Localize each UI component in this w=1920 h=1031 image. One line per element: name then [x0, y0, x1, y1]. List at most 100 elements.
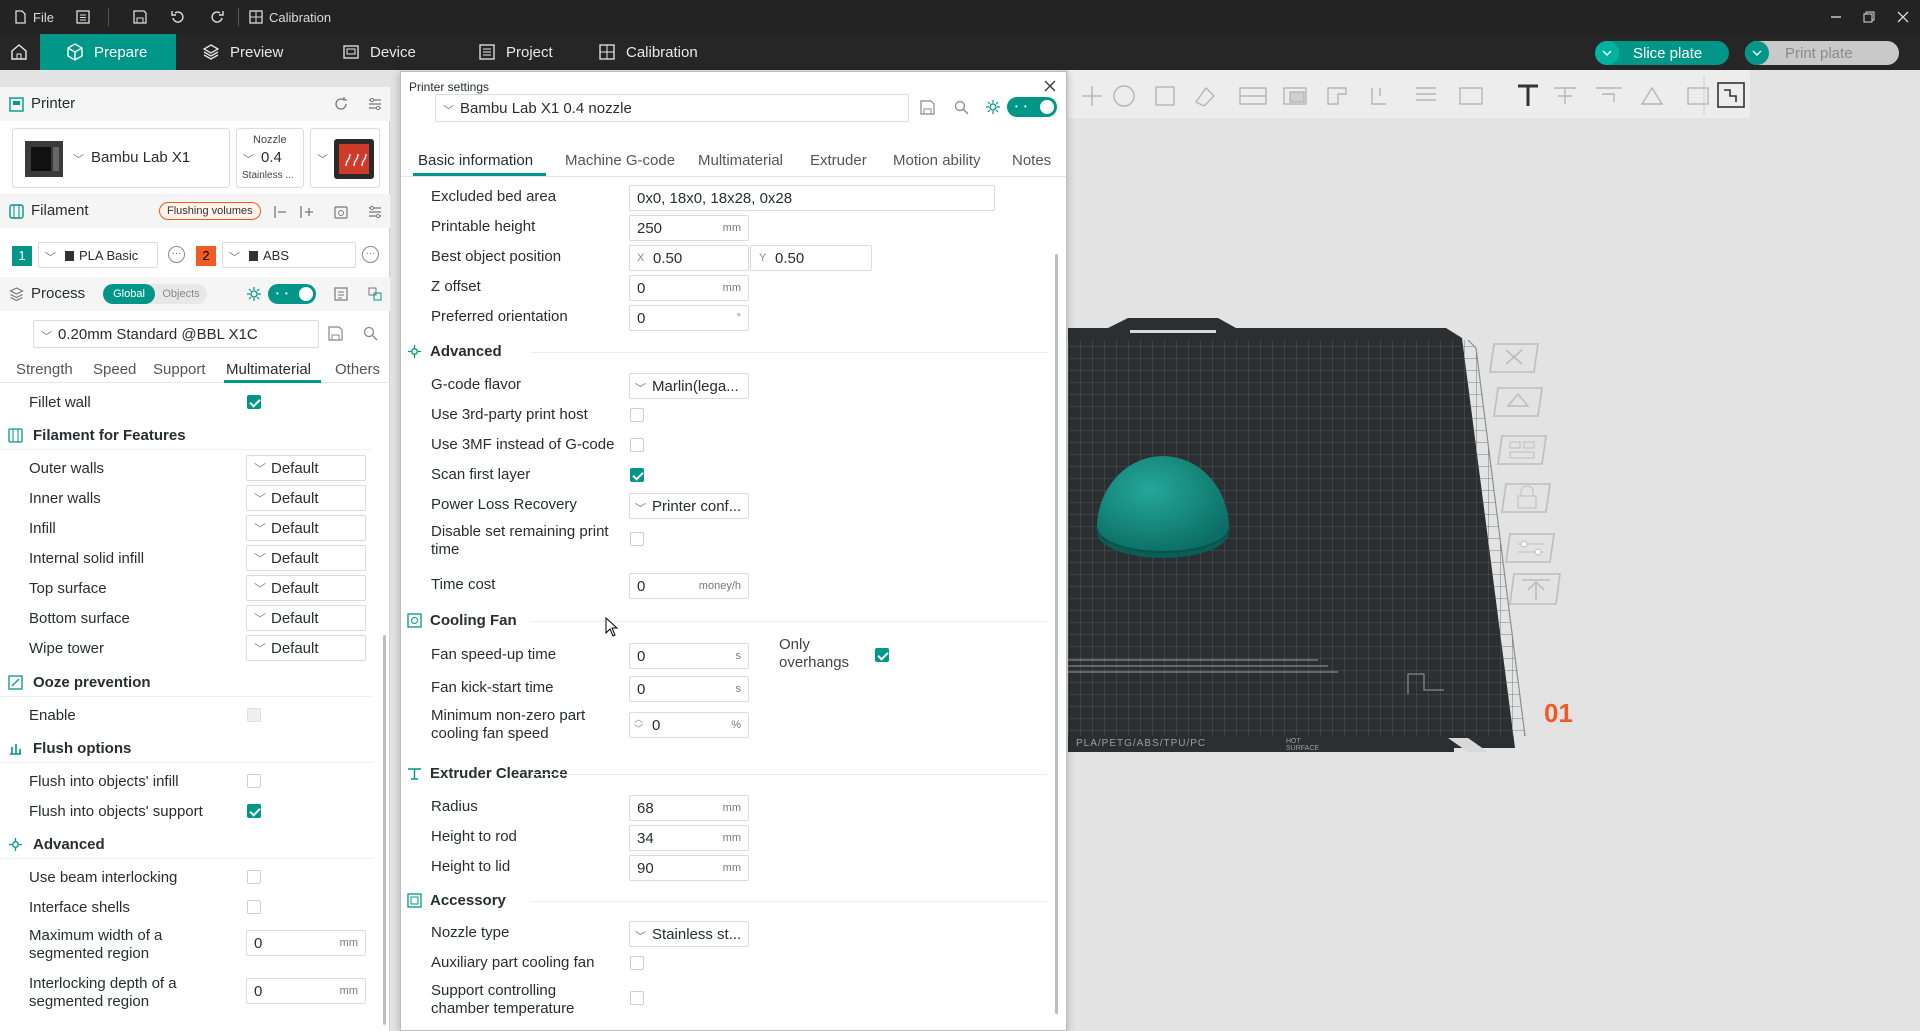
- max-width-input[interactable]: 0 mm: [246, 930, 366, 956]
- tab-extruder[interactable]: Extruder: [810, 152, 867, 169]
- scale-icon[interactable]: [1148, 78, 1182, 112]
- clearance-radius-input[interactable]: 68 mm: [629, 795, 749, 821]
- save-preset-icon[interactable]: [920, 100, 935, 115]
- disable-remaining-time-checkbox[interactable]: [630, 532, 644, 546]
- global-objects-toggle[interactable]: Global Objects: [103, 284, 207, 304]
- advanced-toggle[interactable]: • •: [268, 284, 316, 304]
- gcode-flavor-select[interactable]: ﹀ Marlin(lega...: [629, 373, 749, 399]
- best-position-x-input[interactable]: X 0.50: [629, 245, 749, 271]
- ooze-enable-checkbox[interactable]: [247, 708, 261, 722]
- outer-walls-select[interactable]: ﹀ Default: [246, 455, 366, 481]
- advanced-toggle[interactable]: • •: [1007, 97, 1057, 117]
- redo-button[interactable]: [209, 0, 224, 34]
- height-to-rod-input[interactable]: 34 mm: [629, 825, 749, 851]
- global-option[interactable]: Global: [103, 284, 155, 304]
- tab-motion-ability[interactable]: Motion ability: [893, 152, 981, 169]
- spin-arrows-icon[interactable]: ︿ ﹀: [634, 714, 643, 734]
- tab-notes[interactable]: Notes: [1012, 152, 1051, 169]
- file-menu[interactable]: File: [14, 0, 54, 34]
- best-position-y-input[interactable]: Y 0.50: [750, 245, 872, 271]
- 3d-viewport[interactable]: PLA/PETG/ABS/TPU/PC HOT SURFACE 01: [1068, 70, 1920, 1031]
- inner-walls-select[interactable]: ﹀ Default: [246, 485, 366, 511]
- internal-solid-infill-select[interactable]: ﹀ Default: [246, 545, 366, 571]
- chamber-temperature-checkbox[interactable]: [630, 991, 644, 1005]
- undo-button[interactable]: [171, 0, 186, 34]
- search-icon[interactable]: [363, 326, 378, 341]
- only-overhangs-checkbox[interactable]: [875, 648, 889, 662]
- settings-sliders-icon[interactable]: [367, 204, 383, 220]
- preferred-orientation-input[interactable]: 0 °: [629, 305, 749, 331]
- filament-select[interactable]: ﹀ PLA Basic: [38, 242, 158, 268]
- bottom-surface-select[interactable]: ﹀ Default: [246, 605, 366, 631]
- fan-speedup-input[interactable]: 0s: [629, 643, 749, 669]
- print-plate-button[interactable]: Print plate: [1745, 41, 1899, 65]
- tab-preview[interactable]: Preview: [180, 34, 310, 70]
- tab-multimaterial[interactable]: Multimaterial: [226, 361, 311, 378]
- copy-settings-icon[interactable]: [367, 286, 383, 302]
- slice-plate-button[interactable]: Slice plate: [1595, 41, 1729, 65]
- paint-icon[interactable]: [1188, 78, 1222, 112]
- tab-multimaterial[interactable]: Multimaterial: [698, 152, 783, 169]
- dome-model[interactable]: [1088, 450, 1238, 570]
- wipe-tower-select[interactable]: ﹀ Default: [246, 635, 366, 661]
- third-party-host-checkbox[interactable]: [630, 408, 644, 422]
- tab-machine-gcode[interactable]: Machine G-code: [565, 152, 675, 169]
- assembly-icon[interactable]: [1714, 78, 1748, 112]
- tab-support[interactable]: Support: [153, 361, 206, 378]
- settings-sliders-icon[interactable]: [367, 96, 383, 112]
- scan-first-layer-checkbox[interactable]: [630, 468, 644, 482]
- home-button[interactable]: [0, 34, 40, 70]
- bed-type-select[interactable]: ﹀: [310, 128, 380, 188]
- tab-basic-information[interactable]: Basic information: [418, 152, 533, 169]
- close-icon[interactable]: [1044, 80, 1056, 92]
- filament-sync-icon[interactable]: [333, 204, 349, 220]
- tab-others[interactable]: Others: [335, 361, 380, 378]
- chevron-down-icon[interactable]: [1745, 41, 1769, 65]
- z-offset-input[interactable]: 0 mm: [629, 275, 749, 301]
- move-icon[interactable]: [1072, 78, 1106, 112]
- nozzle-type-select[interactable]: ﹀ Stainless st...: [629, 921, 749, 947]
- filament-slot-1[interactable]: 1 ﹀ PLA Basic ···: [12, 242, 185, 268]
- close-window-button[interactable]: [1897, 0, 1909, 34]
- fillet-wall-checkbox[interactable]: [247, 395, 261, 409]
- height-to-lid-input[interactable]: 90 mm: [629, 855, 749, 881]
- lock-plate-icon[interactable]: [1500, 480, 1554, 514]
- dialog-scrollbar[interactable]: [1055, 254, 1058, 1014]
- auto-orient-icon[interactable]: [1492, 384, 1546, 418]
- more-icon[interactable]: ···: [362, 246, 379, 263]
- left-scrollbar[interactable]: [383, 635, 386, 1025]
- fan-kickstart-input[interactable]: 0s: [629, 676, 749, 702]
- flush-support-checkbox[interactable]: [247, 804, 261, 818]
- beam-interlocking-checkbox[interactable]: [247, 870, 261, 884]
- rotate-icon[interactable]: [1108, 78, 1142, 112]
- printable-height-input[interactable]: 250 mm: [629, 215, 749, 241]
- tab-calibration[interactable]: Calibration: [576, 34, 736, 70]
- aux-fan-checkbox[interactable]: [630, 956, 644, 970]
- min-fan-speed-input[interactable]: ︿ ﹀ 0 %: [629, 712, 749, 738]
- tab-speed[interactable]: Speed: [93, 361, 136, 378]
- interface-shells-checkbox[interactable]: [247, 900, 261, 914]
- compare-icon[interactable]: [333, 286, 349, 302]
- tab-prepare[interactable]: Prepare: [40, 34, 176, 70]
- save-button[interactable]: [133, 0, 147, 34]
- printer-select[interactable]: ﹀ Bambu Lab X1: [12, 128, 230, 188]
- tab-strength[interactable]: Strength: [16, 361, 73, 378]
- arrange-icon[interactable]: [1496, 432, 1550, 466]
- filament-select[interactable]: ﹀ ABS: [222, 242, 356, 268]
- minimize-button[interactable]: [1830, 0, 1842, 34]
- text-tool-icon[interactable]: [1512, 78, 1546, 112]
- plate-settings-icon[interactable]: [1504, 530, 1558, 564]
- top-surface-select[interactable]: ﹀ Default: [246, 575, 366, 601]
- flush-infill-checkbox[interactable]: [247, 774, 261, 788]
- move-to-top-icon[interactable]: [1508, 570, 1566, 606]
- flushing-volumes-button[interactable]: Flushing volumes: [159, 202, 261, 220]
- interlocking-depth-input[interactable]: 0 mm: [246, 978, 366, 1004]
- restore-button[interactable]: [1863, 0, 1875, 34]
- chevron-down-icon[interactable]: [1595, 41, 1619, 65]
- add-filament-icon[interactable]: [298, 204, 314, 220]
- refresh-icon[interactable]: [333, 96, 349, 112]
- nozzle-select[interactable]: Nozzle ﹀ 0.4 Stainless ...: [236, 128, 304, 188]
- search-icon[interactable]: [954, 100, 969, 115]
- infill-select[interactable]: ﹀ Default: [246, 515, 366, 541]
- objects-option[interactable]: Objects: [157, 284, 205, 304]
